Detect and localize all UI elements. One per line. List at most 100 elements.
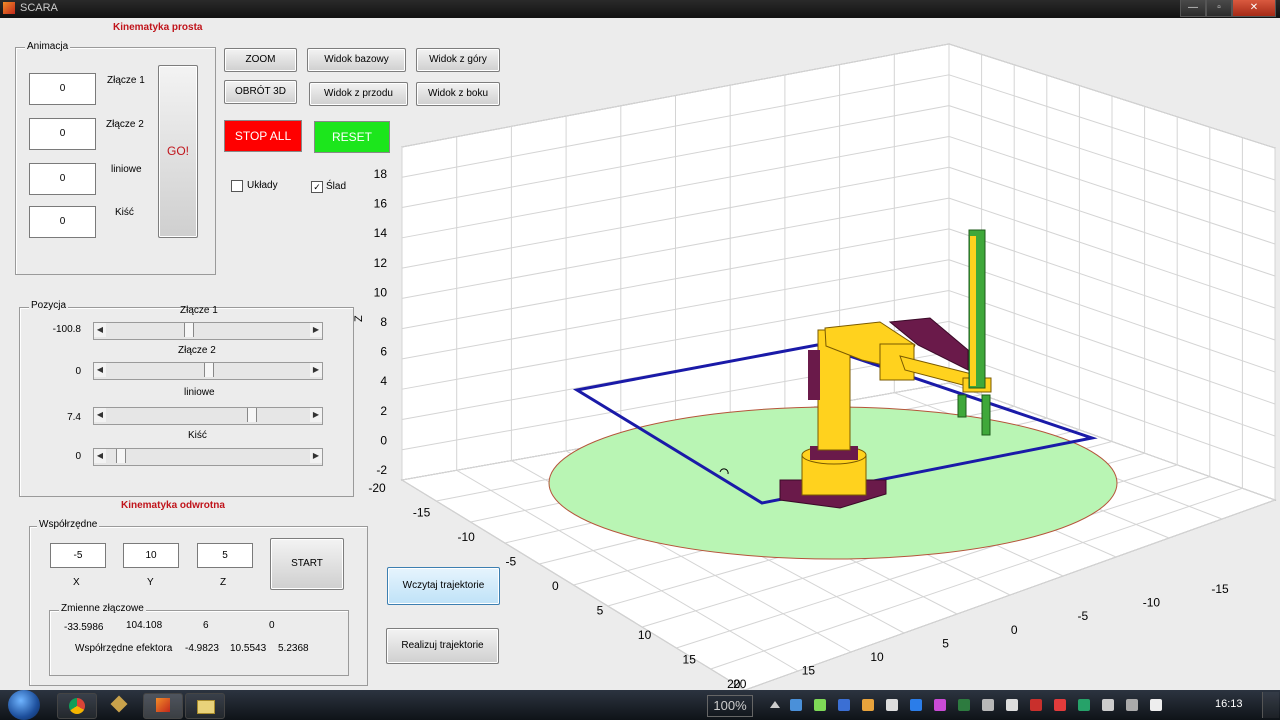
tray-dropbox-icon[interactable] [1006, 699, 1018, 711]
maximize-button[interactable]: ▫ [1206, 0, 1232, 17]
anim-linear-input[interactable]: 0 [29, 163, 96, 195]
tray-volume-icon[interactable] [982, 699, 994, 711]
taskbar-chrome-icon[interactable] [57, 693, 97, 719]
taskbar-matlab-icon[interactable] [143, 693, 183, 719]
z-tick-label: 0 [380, 433, 387, 447]
y-tick-label: 10 [870, 650, 884, 664]
forward-kinematics-heading: Kinematyka prosta [113, 22, 203, 33]
start-button[interactable]: START [270, 538, 344, 590]
tray-network-icon[interactable] [838, 699, 850, 711]
y-tick-label: 20 [733, 677, 747, 690]
inverse-kinematics-heading: Kinematyka odwrotna [121, 500, 225, 511]
top-view-button[interactable]: Widok z góry [416, 48, 500, 72]
tray-antivirus-icon[interactable] [1054, 699, 1066, 711]
slider-left-arrow-icon[interactable]: ◀ [94, 449, 106, 463]
joint-variables-legend: Zmienne złączowe [59, 603, 146, 614]
z-tick-label: 16 [374, 197, 388, 211]
joint-var-2: 104.108 [126, 620, 163, 631]
tray-nvidia-icon[interactable] [958, 699, 970, 711]
close-button[interactable]: ✕ [1232, 0, 1276, 17]
x-tick-label: -15 [413, 506, 431, 520]
pos-wrist-slider[interactable]: ◀ ▶ [93, 448, 323, 466]
pos-joint1-slider[interactable]: ◀ ▶ [93, 322, 323, 340]
pos-joint1-label: Złącze 1 [180, 305, 218, 316]
stop-all-button[interactable]: STOP ALL [224, 120, 302, 152]
slider-thumb[interactable] [115, 449, 126, 463]
clock: 16:13 [1215, 698, 1243, 710]
reset-button[interactable]: RESET [314, 121, 390, 153]
gripper-right [981, 394, 991, 436]
y-input[interactable]: 10 [123, 543, 179, 568]
x-tick-label: 15 [683, 653, 697, 667]
effector-x: -4.9823 [185, 643, 219, 654]
side-view-button[interactable]: Widok z boku [416, 82, 500, 106]
tray-bluetooth-icon[interactable] [910, 699, 922, 711]
position-legend: Pozycja [29, 300, 69, 311]
effector-z: 5.2368 [278, 643, 309, 654]
window-title: SCARA [20, 2, 58, 14]
anim-linear-label: liniowe [111, 164, 142, 175]
effector-label: Współrzędne efektora [75, 643, 173, 654]
tray-power-icon[interactable] [1126, 699, 1138, 711]
z-label: Z [220, 577, 227, 588]
trace-checkbox[interactable]: ✓ [311, 181, 323, 193]
load-trajectory-button[interactable]: Wczytaj trajektorie [387, 567, 500, 605]
pos-joint1-value: -100.8 [52, 324, 81, 335]
y-tick-label: 15 [802, 664, 816, 678]
tray-speaker-icon[interactable] [1150, 699, 1162, 711]
z-input[interactable]: 5 [197, 543, 253, 568]
x-label: X [73, 577, 80, 588]
slider-right-arrow-icon[interactable]: ▶ [310, 323, 322, 337]
base-view-button[interactable]: Widok bazowy [307, 48, 406, 72]
slider-left-arrow-icon[interactable]: ◀ [94, 363, 106, 377]
z-tick-label: 6 [380, 345, 387, 359]
tray-expand-icon[interactable] [770, 701, 780, 708]
z-tick-label: 10 [374, 285, 388, 299]
animation-legend: Animacja [25, 41, 71, 52]
anim-joint1-input[interactable]: 0 [29, 73, 96, 105]
anim-joint2-label: Złącze 2 [106, 119, 144, 130]
windows-orb-icon[interactable] [8, 690, 40, 720]
minimize-button[interactable]: — [1180, 0, 1206, 17]
tray-monitor-icon[interactable] [1102, 699, 1114, 711]
y-tick-label: -15 [1211, 582, 1229, 596]
taskbar-app-icon[interactable] [100, 693, 138, 717]
execute-trajectory-button[interactable]: Realizuj trajektorie [386, 628, 499, 664]
frames-checkbox[interactable] [231, 180, 243, 192]
tray-ati-icon[interactable] [1030, 699, 1042, 711]
tray-infinity-icon[interactable] [934, 699, 946, 711]
x-input[interactable]: -5 [50, 543, 106, 568]
slider-right-arrow-icon[interactable]: ▶ [310, 408, 322, 422]
tray-shield-icon[interactable] [886, 699, 898, 711]
slider-right-arrow-icon[interactable]: ▶ [310, 363, 322, 377]
rotate-3d-button[interactable]: OBRÓT 3D [224, 80, 297, 104]
slider-left-arrow-icon[interactable]: ◀ [94, 323, 106, 337]
anim-wrist-input[interactable]: 0 [29, 206, 96, 238]
z-axis-label: Z [353, 315, 365, 322]
zoom-button[interactable]: ZOOM [224, 48, 297, 72]
anim-joint2-input[interactable]: 0 [29, 118, 96, 150]
pos-linear-slider[interactable]: ◀ ▶ [93, 407, 323, 425]
tray-app-icon[interactable] [862, 699, 874, 711]
y-label: Y [147, 577, 154, 588]
slider-thumb[interactable] [204, 363, 214, 377]
pos-linear-value: 7.4 [67, 412, 81, 423]
joint-var-3: 6 [203, 620, 209, 631]
tray-steam-icon[interactable] [790, 699, 802, 711]
slider-thumb[interactable] [184, 323, 195, 337]
tray-skype-icon[interactable] [814, 699, 826, 711]
title-bar: SCARA — ▫ ✕ [0, 0, 1280, 18]
slider-thumb[interactable] [247, 408, 258, 422]
tray-update-icon[interactable] [1078, 699, 1090, 711]
y-tick-label: 5 [942, 636, 949, 650]
go-button[interactable]: GO! [158, 65, 198, 238]
front-view-button[interactable]: Widok z przodu [309, 82, 408, 106]
show-desktop-button[interactable] [1262, 692, 1279, 718]
slider-right-arrow-icon[interactable]: ▶ [310, 449, 322, 463]
coordinates-legend: Współrzędne [37, 519, 100, 530]
pos-joint2-slider[interactable]: ◀ ▶ [93, 362, 323, 380]
taskbar-explorer-icon[interactable] [185, 693, 225, 719]
x-tick-label: -20 [368, 481, 386, 495]
x-tick-label: 0 [552, 579, 559, 593]
slider-left-arrow-icon[interactable]: ◀ [94, 408, 106, 422]
